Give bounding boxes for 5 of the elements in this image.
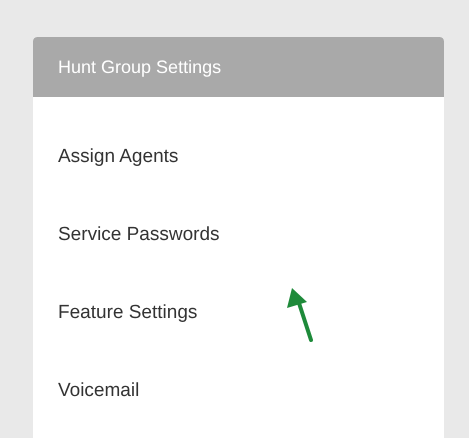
panel-title: Hunt Group Settings <box>33 37 444 97</box>
menu-item[interactable]: Assign Agents <box>58 146 178 168</box>
menu-item[interactable]: Voicemail <box>58 380 140 402</box>
menu-item[interactable]: Feature Settings <box>58 302 198 324</box>
menu-item[interactable]: Service Passwords <box>58 224 220 246</box>
